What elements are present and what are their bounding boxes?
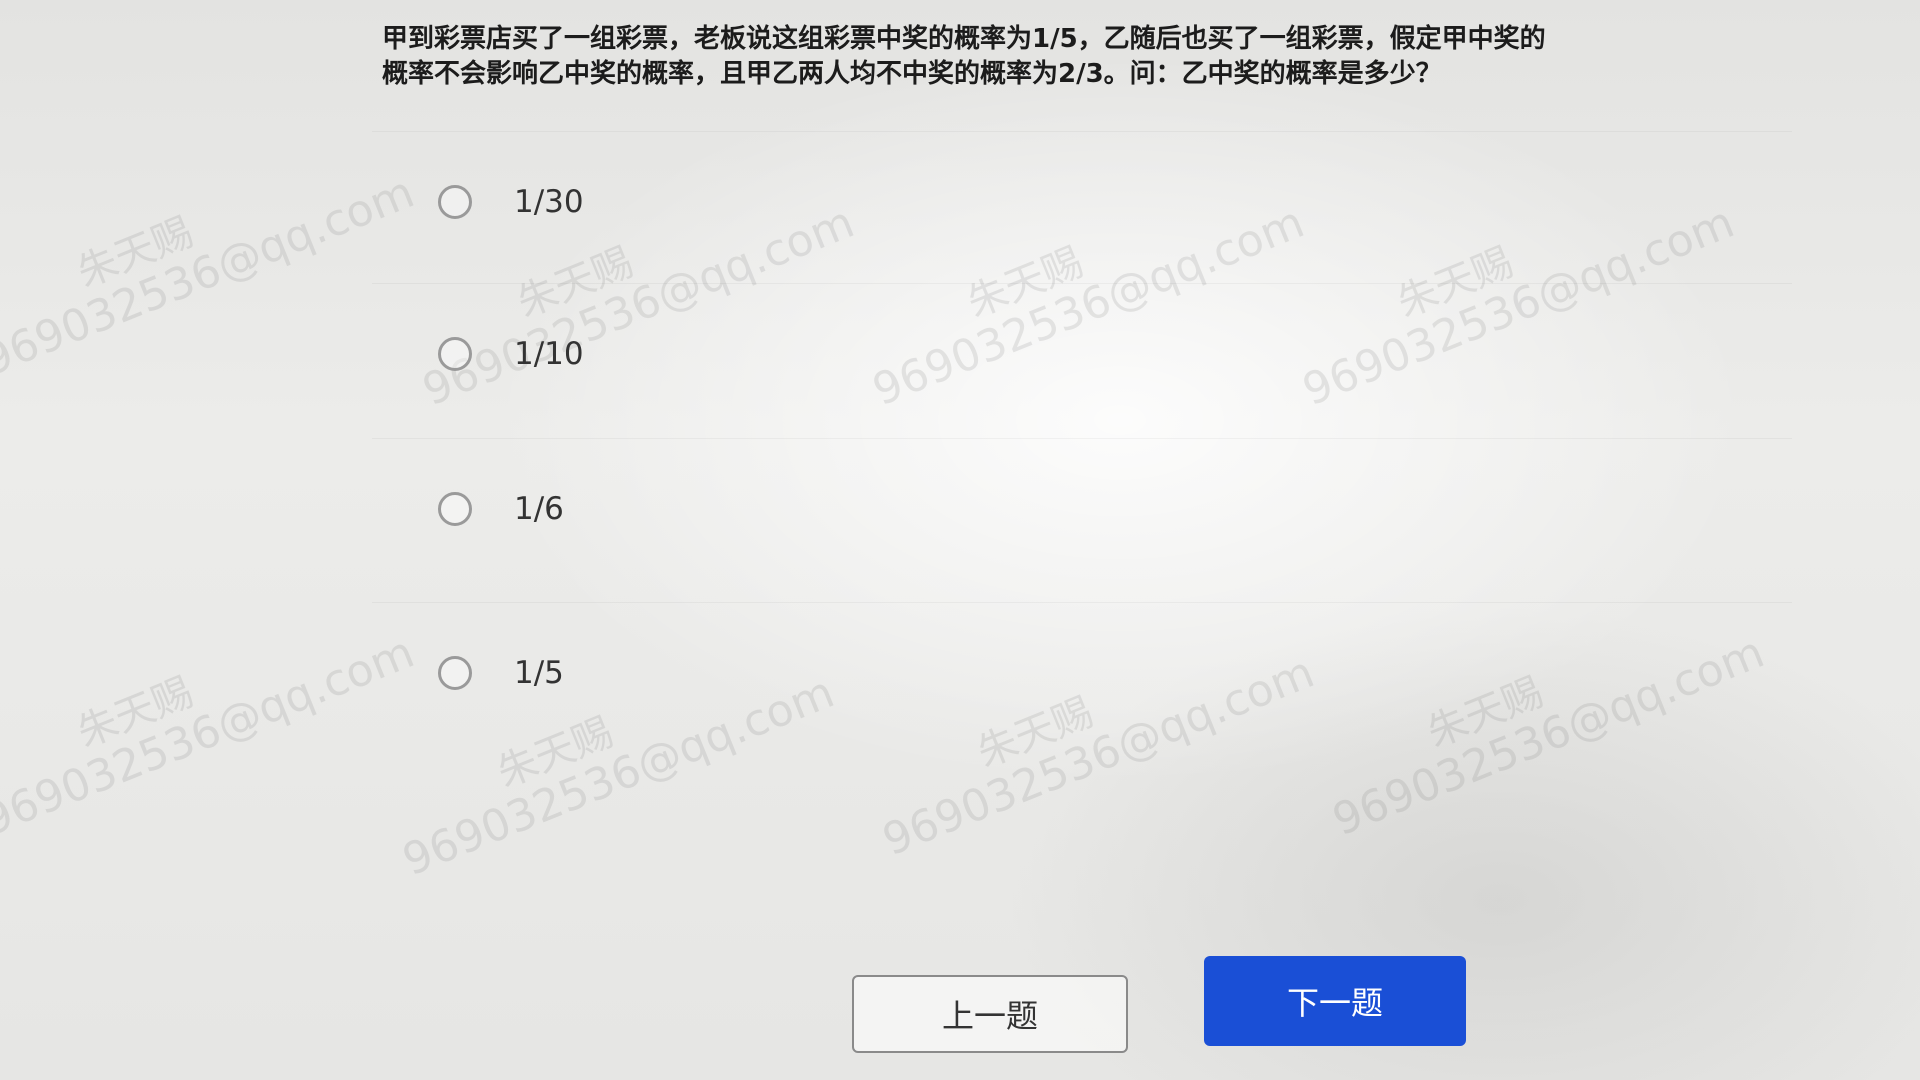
radio-button[interactable] — [438, 492, 472, 526]
option-label: 1/10 — [514, 336, 584, 372]
watermark: 朱天赐 969032536@qq.com — [0, 166, 422, 387]
radio-button[interactable] — [438, 656, 472, 690]
question-line: 概率不会影响乙中奖的概率，且甲乙两人均不中奖的概率为2/3。问：乙中奖的概率是多… — [382, 59, 1442, 89]
quiz-screen: 朱天赐 969032536@qq.com 朱天赐 969032536@qq.com … — [0, 0, 1920, 1080]
option-label: 1/5 — [514, 655, 564, 691]
answer-option-3[interactable]: 1/6 — [372, 438, 1792, 579]
question-line: 甲到彩票店买了一组彩票，老板说这组彩票中奖的概率为1/5，乙随后也买了一组彩票，… — [382, 24, 1546, 54]
previous-question-button[interactable]: 上一题 — [852, 975, 1128, 1053]
radio-button[interactable] — [438, 337, 472, 371]
answer-option-2[interactable]: 1/10 — [372, 283, 1792, 424]
answer-option-1[interactable]: 1/30 — [372, 131, 1792, 272]
watermark: 朱天赐 969032536@qq.com — [0, 626, 422, 847]
option-label: 1/6 — [514, 491, 564, 527]
answer-option-4[interactable]: 1/5 — [372, 602, 1792, 743]
option-label: 1/30 — [514, 184, 584, 220]
question-text: 甲到彩票店买了一组彩票，老板说这组彩票中奖的概率为1/5，乙随后也买了一组彩票，… — [382, 22, 1732, 92]
radio-button[interactable] — [438, 185, 472, 219]
next-question-button[interactable]: 下一题 — [1204, 956, 1466, 1046]
